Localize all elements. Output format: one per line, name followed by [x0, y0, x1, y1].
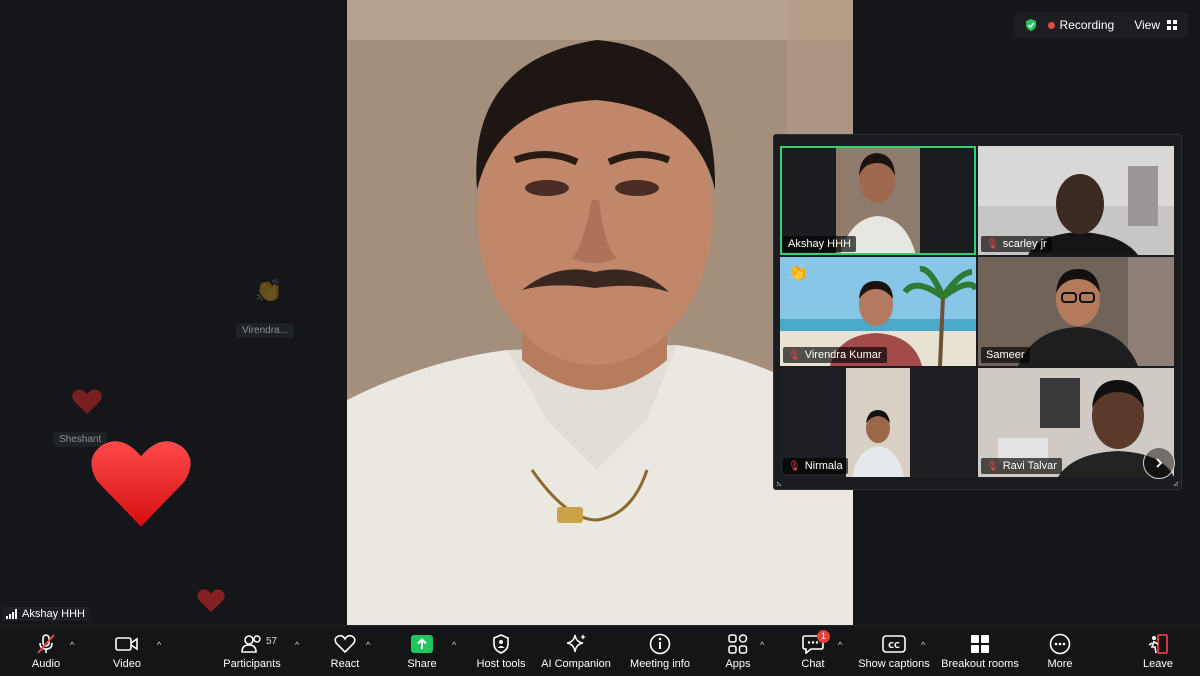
- participants-button[interactable]: Participants: [220, 626, 284, 676]
- show-captions-button[interactable]: CC Show captions: [858, 626, 930, 676]
- grid-view-icon: [1167, 20, 1177, 30]
- leave-label: Leave: [1143, 657, 1173, 670]
- self-name: Akshay HHH: [22, 608, 85, 620]
- react-label: React: [330, 657, 360, 670]
- participant-name-label: 🎙 Nirmala: [783, 458, 848, 474]
- participant-name-label: 🎙 Ravi Talvar: [981, 458, 1062, 474]
- resize-handle-icon[interactable]: [1171, 479, 1179, 487]
- top-status-bar: Recording View: [1013, 12, 1188, 38]
- breakout-rooms-icon: [971, 634, 989, 653]
- participant-name-label: 🎙 scarley jr: [981, 236, 1052, 252]
- participant-name: Nirmala: [804, 460, 843, 472]
- apps-button[interactable]: Apps: [718, 626, 758, 676]
- heart-outline-icon: [334, 634, 356, 653]
- muted-mic-icon: 🎙: [788, 349, 801, 361]
- heart-reaction-icon: [91, 441, 191, 527]
- muted-microphone-icon: [37, 633, 55, 654]
- view-button[interactable]: View: [1134, 18, 1178, 32]
- show-captions-label: Show captions: [858, 657, 930, 670]
- share-options-caret-icon[interactable]: ^: [452, 640, 456, 650]
- video-tile[interactable]: 🎙 Virendra Kumar 👏: [780, 257, 976, 366]
- participant-name-label: Sameer: [981, 347, 1030, 363]
- leave-button[interactable]: Leave: [1138, 626, 1178, 676]
- ai-companion-label: AI Companion: [541, 657, 611, 670]
- info-icon: [649, 633, 671, 654]
- video-options-caret-icon[interactable]: ^: [157, 640, 161, 650]
- chat-button[interactable]: 1 Chat: [793, 626, 833, 676]
- video-tile[interactable]: Akshay HHH: [780, 146, 976, 255]
- react-options-caret-icon[interactable]: ^: [366, 640, 370, 650]
- more-label: More: [1047, 657, 1073, 670]
- participants-options-caret-icon[interactable]: ^: [295, 640, 299, 650]
- participant-name: scarley jr: [1002, 238, 1047, 250]
- heart-reaction-icon: [197, 589, 225, 613]
- clap-reaction-icon: 👏: [788, 265, 808, 282]
- recording-indicator[interactable]: Recording: [1047, 18, 1115, 32]
- participant-name-label: Akshay HHH: [783, 236, 856, 252]
- closed-captions-icon: CC: [882, 634, 906, 653]
- participant-name: Akshay HHH: [788, 238, 851, 250]
- recording-dot-icon: [1047, 21, 1055, 29]
- host-tools-button[interactable]: Host tools: [474, 626, 528, 676]
- self-name-tag: Akshay HHH: [2, 607, 89, 621]
- share-screen-icon: [411, 634, 433, 653]
- share-button[interactable]: Share: [402, 626, 442, 676]
- apps-label: Apps: [725, 657, 751, 670]
- video-camera-icon: [115, 636, 138, 651]
- leave-door-icon: [1148, 633, 1168, 654]
- participant-name: Sameer: [986, 349, 1025, 361]
- signal-strength-icon: [6, 609, 17, 619]
- resize-handle-icon[interactable]: [776, 479, 784, 487]
- meeting-info-button[interactable]: Meeting info: [627, 626, 693, 676]
- video-tile[interactable]: 🎙 scarley jr: [978, 146, 1174, 255]
- muted-mic-icon: 🎙: [788, 460, 801, 472]
- meeting-toolbar: Audio ^ Video ^ Participants 57 ^ React …: [0, 625, 1200, 676]
- participant-name: Virendra Kumar: [804, 349, 882, 361]
- video-tile[interactable]: Sameer: [978, 257, 1174, 366]
- svg-text:CC: CC: [888, 641, 900, 650]
- participant-name-label: 🎙 Virendra Kumar: [783, 347, 887, 363]
- audio-label: Audio: [31, 657, 61, 670]
- participants-count: 57: [266, 636, 278, 647]
- apps-options-caret-icon[interactable]: ^: [760, 640, 764, 650]
- shield-icon: [493, 633, 509, 654]
- share-label: Share: [407, 657, 437, 670]
- chat-unread-badge: 1: [817, 629, 830, 643]
- participant-name: Ravi Talvar: [1002, 460, 1057, 472]
- react-button[interactable]: React: [325, 626, 365, 676]
- video-tile[interactable]: 🎙 Nirmala: [780, 368, 976, 477]
- participants-icon: [241, 634, 261, 653]
- apps-icon: [728, 633, 748, 654]
- video-button[interactable]: Video: [107, 626, 147, 676]
- host-tools-label: Host tools: [476, 657, 526, 670]
- ai-companion-button[interactable]: AI Companion: [539, 626, 613, 676]
- gallery-panel[interactable]: Akshay HHH 🎙 scarley jr 🎙 Virendra Kumar…: [773, 134, 1182, 490]
- audio-button[interactable]: Audio: [26, 626, 66, 676]
- sparkle-icon: [566, 633, 586, 652]
- clap-reaction-icon: 👏: [255, 278, 283, 303]
- participants-label: Participants: [223, 657, 281, 670]
- breakout-rooms-button[interactable]: Breakout rooms: [940, 626, 1020, 676]
- heart-reaction-icon: [72, 389, 102, 414]
- muted-mic-icon: 🎙: [986, 238, 999, 250]
- reaction-sender-name: Virendra...: [236, 323, 294, 338]
- chat-label: Chat: [801, 657, 825, 670]
- chat-options-caret-icon[interactable]: ^: [838, 640, 842, 650]
- meeting-stage: Recording View Akshay HHH 🎙 scarley jr 🎙…: [0, 0, 1200, 625]
- breakout-rooms-label: Breakout rooms: [941, 657, 1019, 670]
- audio-options-caret-icon[interactable]: ^: [70, 640, 74, 650]
- video-label: Video: [113, 657, 141, 670]
- encryption-shield-icon[interactable]: [1024, 18, 1038, 32]
- meeting-info-label: Meeting info: [630, 657, 690, 670]
- gallery-next-page-button[interactable]: [1143, 447, 1175, 479]
- more-button[interactable]: More: [1040, 626, 1080, 676]
- muted-mic-icon: 🎙: [986, 460, 999, 472]
- more-options-icon: [1049, 633, 1071, 654]
- chevron-right-icon: [1156, 458, 1163, 468]
- view-label: View: [1134, 18, 1160, 32]
- recording-label: Recording: [1059, 18, 1115, 32]
- captions-options-caret-icon[interactable]: ^: [921, 640, 925, 650]
